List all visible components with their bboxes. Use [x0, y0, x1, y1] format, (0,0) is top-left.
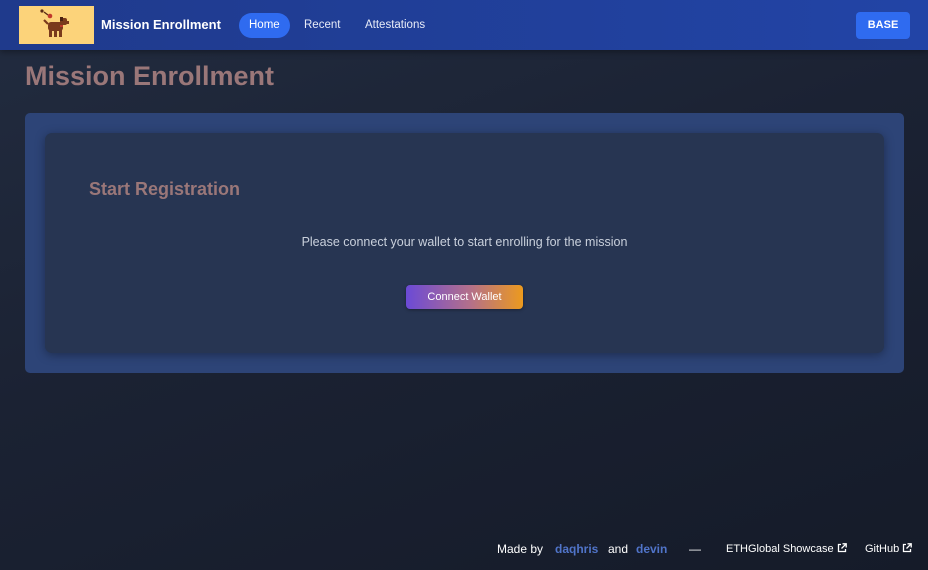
- nav-home[interactable]: Home: [239, 13, 290, 38]
- network-button[interactable]: BASE: [856, 12, 910, 39]
- nav-recent[interactable]: Recent: [294, 13, 350, 38]
- footer-github-label: GitHub: [865, 543, 900, 555]
- footer-separator: —: [689, 542, 701, 556]
- page-title: Mission Enrollment: [25, 61, 275, 91]
- connect-message: Please connect your wallet to start enro…: [301, 235, 628, 249]
- footer-showcase-link[interactable]: ETHGlobal Showcase: [726, 543, 847, 555]
- footer-and: and: [608, 542, 629, 556]
- card-title: Start Registration: [89, 179, 241, 199]
- navbar: Mission Enrollment Home Recent Attestati…: [0, 0, 928, 50]
- footer-github-link[interactable]: GitHub: [865, 543, 913, 555]
- dog-mascot-icon: [40, 9, 69, 37]
- footer-made-by: Made by: [497, 542, 544, 556]
- footer-author-daqhris[interactable]: daqhris: [555, 542, 598, 556]
- external-link-icon: [903, 543, 913, 553]
- connect-wallet-button[interactable]: Connect Wallet: [406, 285, 523, 309]
- brand-title[interactable]: Mission Enrollment: [101, 17, 221, 32]
- footer-author-devin[interactable]: devin: [636, 542, 667, 556]
- footer-showcase-label: ETHGlobal Showcase: [726, 543, 834, 555]
- external-link-icon: [837, 543, 847, 553]
- nav-attestations[interactable]: Attestations: [355, 13, 435, 38]
- logo[interactable]: [19, 6, 94, 44]
